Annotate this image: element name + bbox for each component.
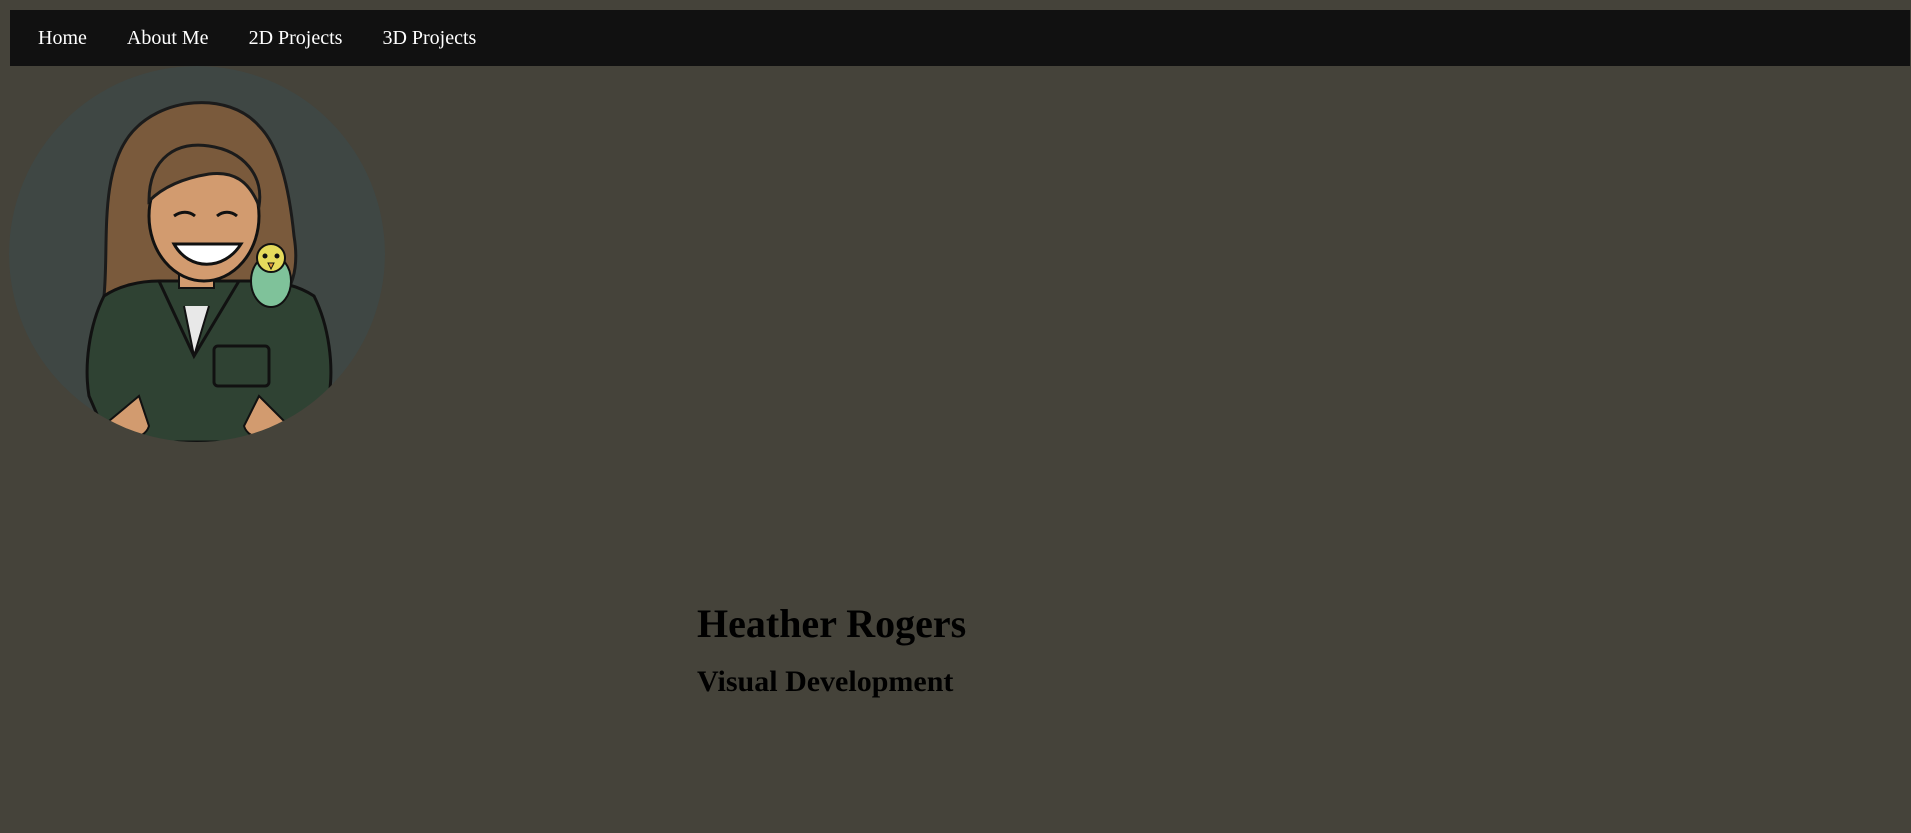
top-navbar: Home About Me 2D Projects 3D Projects [10,10,1910,66]
nav-home-link[interactable]: Home [18,10,107,66]
avatar [9,66,385,442]
page-subtitle: Visual Development [697,665,954,698]
nav-3d-projects-link[interactable]: 3D Projects [362,10,496,66]
page-title: Heather Rogers [697,601,967,646]
portrait-illustration-icon [9,66,385,442]
hero-section: Heather Rogers Visual Development [697,598,966,702]
nav-2d-projects-link[interactable]: 2D Projects [229,10,363,66]
nav-about-link[interactable]: About Me [107,10,229,66]
